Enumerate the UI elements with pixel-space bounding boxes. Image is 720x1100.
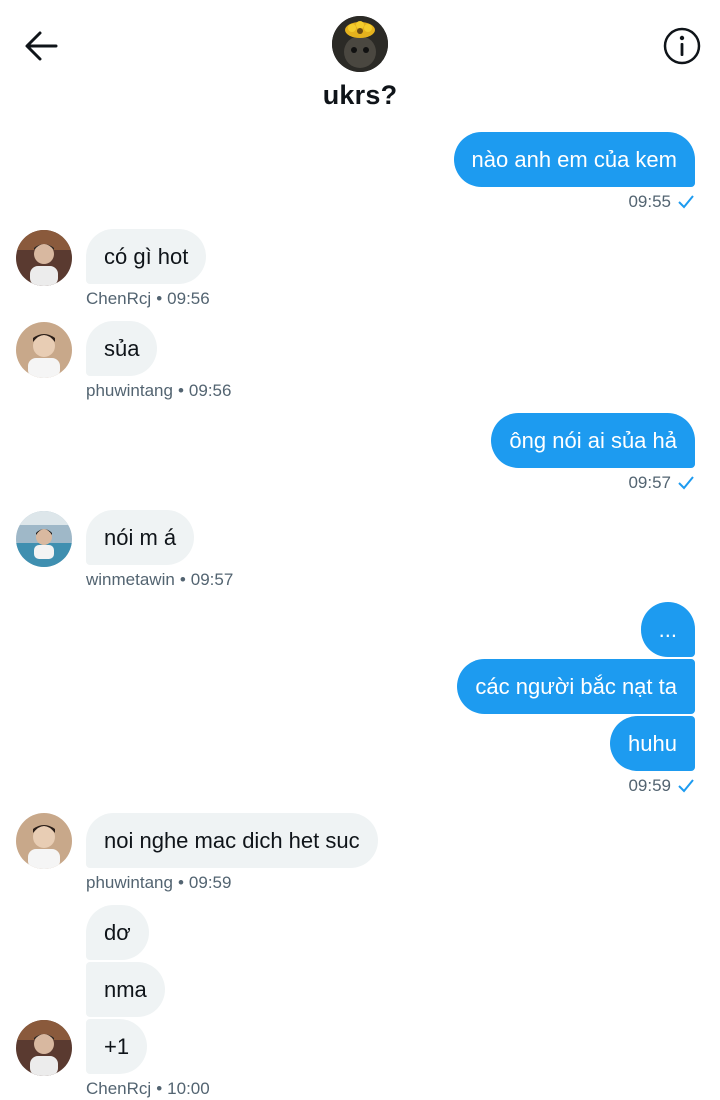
message-text: có gì hot bbox=[104, 244, 189, 269]
avatar-image bbox=[16, 813, 72, 869]
sent-check-icon bbox=[678, 195, 694, 209]
info-button[interactable] bbox=[662, 26, 702, 66]
message-time: 09:59 bbox=[628, 776, 671, 795]
message-text: huhu bbox=[628, 731, 677, 756]
message-meta: 09:55 bbox=[628, 192, 695, 212]
message-time: 09:56 bbox=[167, 289, 210, 308]
avatar-image bbox=[16, 230, 72, 286]
sent-check-icon bbox=[678, 779, 694, 793]
avatar-chenrcj[interactable] bbox=[16, 230, 72, 286]
message-bubble-outgoing[interactable]: ông nói ai sủa hả bbox=[491, 413, 695, 468]
message-text: +1 bbox=[104, 1034, 130, 1059]
message-meta: 09:57 bbox=[628, 473, 695, 493]
meta-separator: • bbox=[179, 570, 186, 589]
message-meta: 09:59 bbox=[628, 776, 695, 796]
sender-name: phuwintang bbox=[86, 873, 173, 892]
message-text: dơ bbox=[104, 920, 131, 945]
message-bubble-incoming[interactable]: noi nghe mac dich het suc bbox=[86, 813, 378, 868]
avatar-phuwintang[interactable] bbox=[16, 813, 72, 869]
sender-name: phuwintang bbox=[86, 381, 173, 400]
message-meta: phuwintang • 09:56 bbox=[86, 381, 231, 401]
message-text: ... bbox=[658, 617, 677, 642]
message-bubble-outgoing[interactable]: nào anh em của kem bbox=[453, 132, 695, 187]
sender-name: ChenRcj bbox=[86, 289, 152, 308]
sent-check-icon bbox=[678, 476, 694, 490]
meta-separator: • bbox=[177, 873, 184, 892]
message-bubble-incoming[interactable]: dơ bbox=[86, 905, 149, 960]
meta-separator: • bbox=[156, 1079, 163, 1098]
message-time: 10:00 bbox=[167, 1079, 210, 1098]
avatar-image bbox=[16, 322, 72, 378]
message-bubble-outgoing[interactable]: các người bắc nạt ta bbox=[457, 659, 695, 714]
avatar-winmetawin[interactable] bbox=[16, 511, 72, 567]
message-time: 09:59 bbox=[188, 873, 232, 892]
message-text: sủa bbox=[104, 336, 140, 361]
avatar-image bbox=[16, 1020, 72, 1076]
message-text: nói m á bbox=[104, 525, 177, 550]
meta-separator: • bbox=[177, 381, 184, 400]
message-meta: ChenRcj • 10:00 bbox=[86, 1079, 210, 1099]
info-icon bbox=[663, 27, 701, 65]
message-meta: winmetawin • 09:57 bbox=[86, 570, 233, 590]
message-bubble-incoming[interactable]: có gì hot bbox=[86, 229, 207, 284]
message-meta: phuwintang • 09:59 bbox=[86, 873, 231, 893]
sender-name: ChenRcj bbox=[86, 1079, 152, 1098]
message-time: 09:57 bbox=[190, 570, 234, 589]
conversation-title[interactable]: ukrs? bbox=[0, 80, 720, 111]
message-text: nào anh em của kem bbox=[471, 147, 677, 172]
message-text: nma bbox=[104, 977, 147, 1002]
message-bubble-incoming[interactable]: nói m á bbox=[86, 510, 195, 565]
message-time: 09:57 bbox=[628, 473, 671, 492]
arrow-left-icon bbox=[25, 31, 58, 61]
avatar-phuwintang[interactable] bbox=[16, 322, 72, 378]
message-time: 09:56 bbox=[188, 381, 232, 400]
message-bubble-incoming[interactable]: +1 bbox=[86, 1019, 148, 1074]
message-bubble-incoming[interactable]: sủa bbox=[86, 321, 158, 376]
message-text: các người bắc nạt ta bbox=[475, 674, 677, 699]
message-text: noi nghe mac dich het suc bbox=[104, 828, 360, 853]
group-avatar[interactable] bbox=[332, 16, 388, 72]
sender-name: winmetawin bbox=[86, 570, 175, 589]
message-bubble-incoming[interactable]: nma bbox=[86, 962, 165, 1017]
dm-conversation-screen: ukrs? nào anh em của kem 09:55 có gì hot… bbox=[0, 0, 720, 1100]
back-button[interactable] bbox=[20, 26, 62, 66]
avatar-image bbox=[16, 511, 72, 567]
message-time: 09:55 bbox=[628, 192, 671, 211]
avatar-chenrcj[interactable] bbox=[16, 1020, 72, 1076]
message-bubble-outgoing[interactable]: ... bbox=[640, 602, 695, 657]
meta-separator: • bbox=[156, 289, 163, 308]
message-bubble-outgoing[interactable]: huhu bbox=[610, 716, 695, 771]
message-meta: ChenRcj • 09:56 bbox=[86, 289, 210, 309]
message-text: ông nói ai sủa hả bbox=[509, 428, 677, 453]
group-avatar-image bbox=[332, 16, 388, 72]
